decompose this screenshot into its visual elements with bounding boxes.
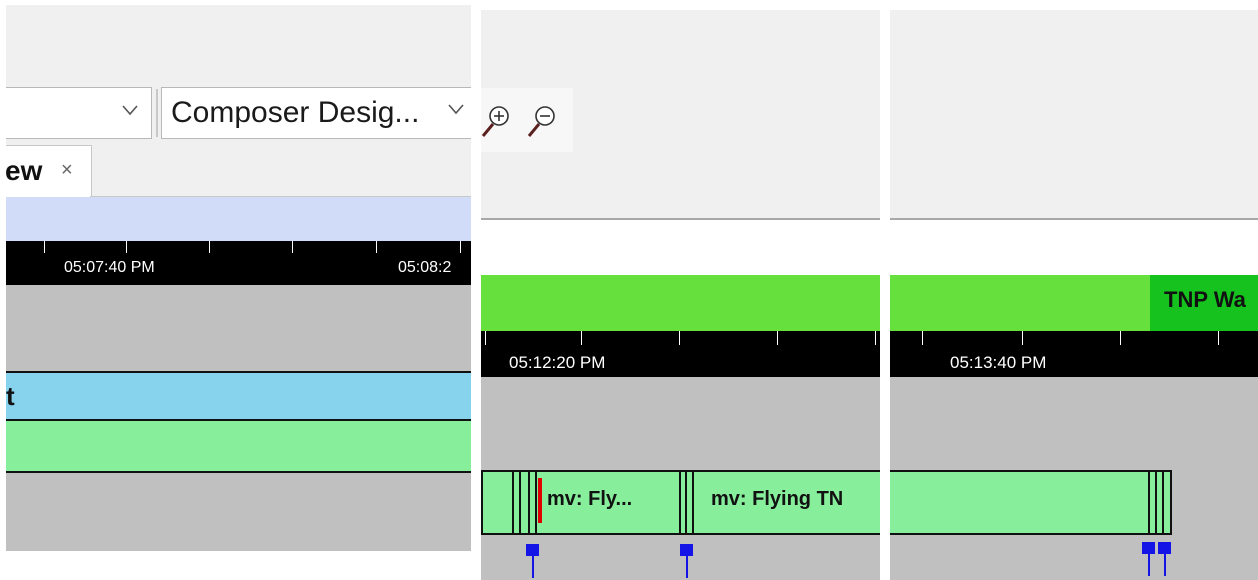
editor-panel-left: Composer Desig... ew × 05:07:40 PM 05:08… [6,5,471,551]
header-band [6,197,471,241]
toolbar-separator [156,89,158,137]
zoom-in-icon[interactable] [481,104,511,143]
timeline-ruler[interactable]: 05:12:20 PM [481,331,880,377]
clip-label: mv: Flying TN [711,488,844,510]
marker-handle[interactable] [1142,542,1155,554]
chevron-down-icon [447,96,465,122]
editor-panel-middle: 05:12:20 PM mv: Fly... mv: Flying TN [481,10,880,580]
clip[interactable] [890,470,1172,535]
ruler-tick-label: 05:08:2 [398,259,452,276]
ruler-tick-label: 05:13:40 PM [950,353,1047,372]
marker-stem [1164,554,1166,576]
marker-handle[interactable] [680,544,693,556]
clip[interactable] [481,470,537,535]
zoom-controls [481,88,573,152]
tab-view[interactable]: ew × [6,145,92,197]
timeline-band-dark-green[interactable]: TNP Wa [1150,275,1258,331]
ruler-tick-label: 05:12:20 PM [509,353,606,372]
close-icon[interactable]: × [61,159,73,182]
timeline-ruler[interactable]: 05:07:40 PM 05:08:2 [6,241,471,285]
marker-handle[interactable] [1158,542,1171,554]
ruler-tick-label: 05:07:40 PM [64,259,155,276]
timeline-track[interactable] [6,473,471,551]
marker-stem [686,556,688,578]
timeline-track-blue[interactable]: t [6,371,471,421]
dropdown-1[interactable] [6,87,152,139]
tab-view-label: ew [6,155,43,186]
chevron-down-icon [121,100,139,123]
clip[interactable]: mv: Flying TN [679,470,880,535]
timeline-track[interactable] [6,285,471,371]
marker-handle[interactable] [526,544,539,556]
clip-label: mv: Fly... [547,488,633,510]
playhead[interactable] [538,478,542,523]
clip[interactable]: mv: Fly... [535,470,681,535]
track-label: t [6,381,15,411]
timeline-ruler[interactable]: 05:13:40 PM [890,331,1258,377]
band-label: TNP Wa [1164,287,1246,312]
editor-panel-right: TNP Wa 05:13:40 PM [890,10,1258,580]
marker-stem [532,556,534,578]
timeline-track-green[interactable] [6,421,471,473]
zoom-out-icon[interactable] [527,104,557,143]
toolbar-area [890,10,1258,220]
perspective-dropdown-label: Composer Desig... [171,96,420,129]
perspective-dropdown[interactable]: Composer Desig... [161,87,471,139]
timeline-band-green[interactable] [481,275,880,331]
marker-stem [1148,554,1150,576]
